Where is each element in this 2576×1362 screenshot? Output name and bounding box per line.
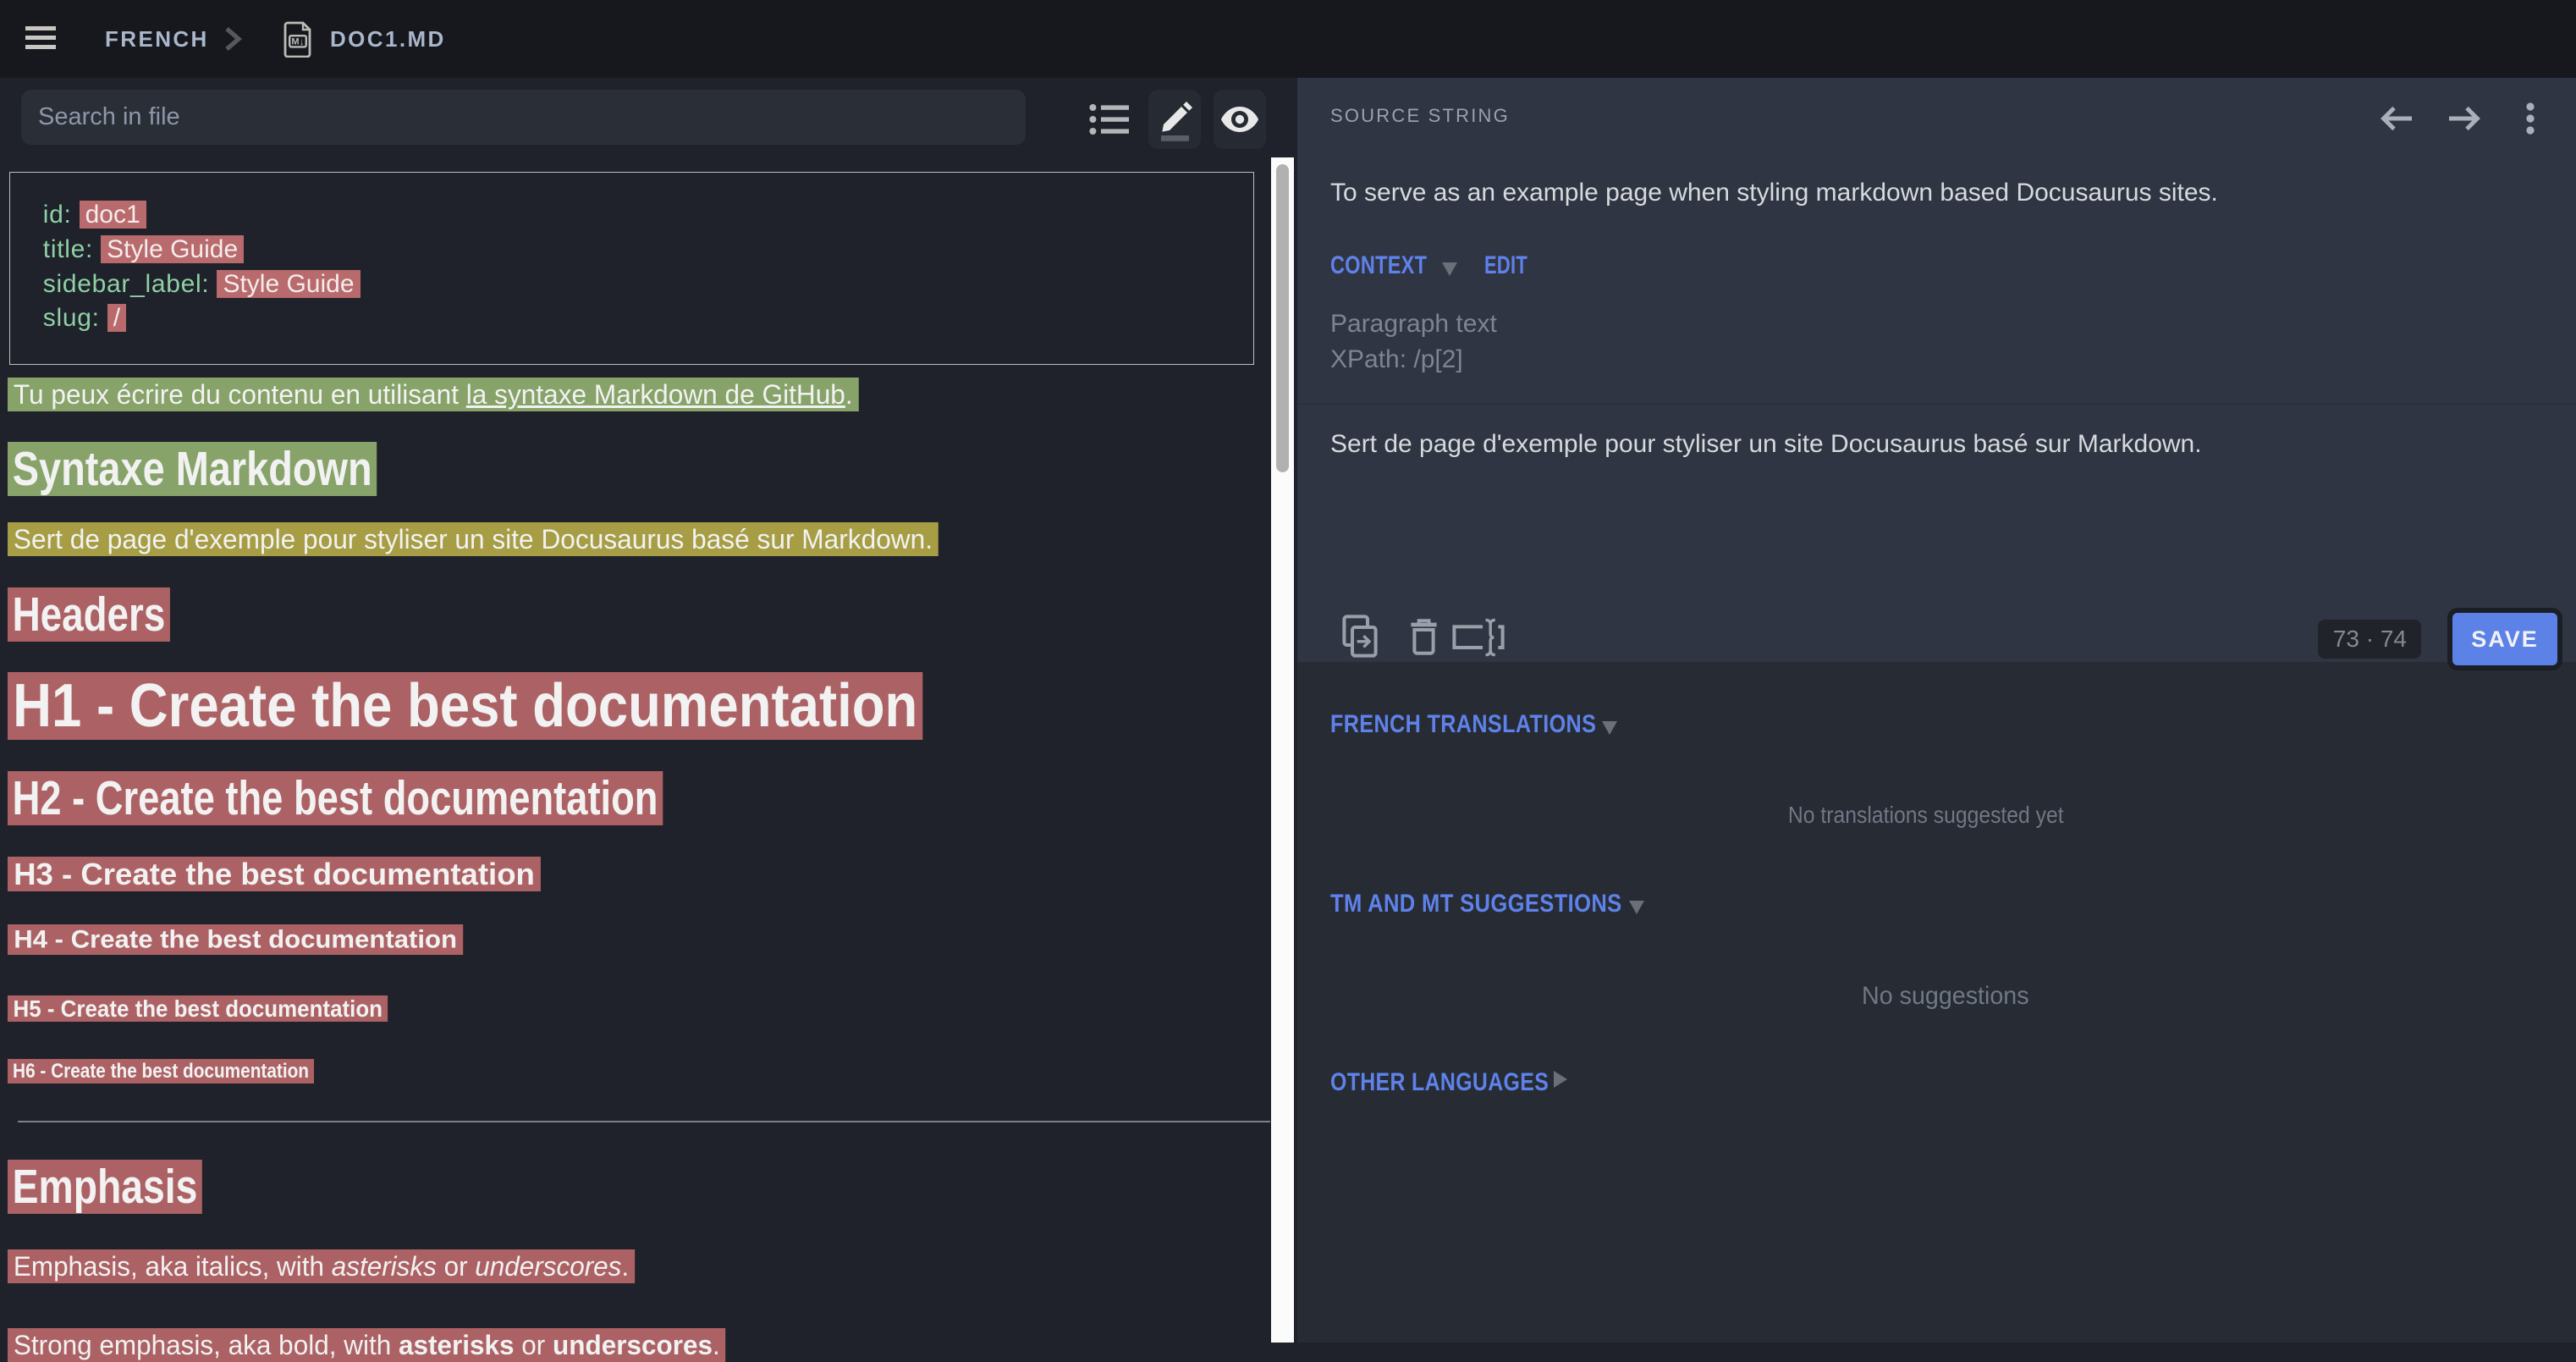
svg-text:M: M <box>291 36 299 47</box>
svg-text:↓: ↓ <box>300 36 305 47</box>
